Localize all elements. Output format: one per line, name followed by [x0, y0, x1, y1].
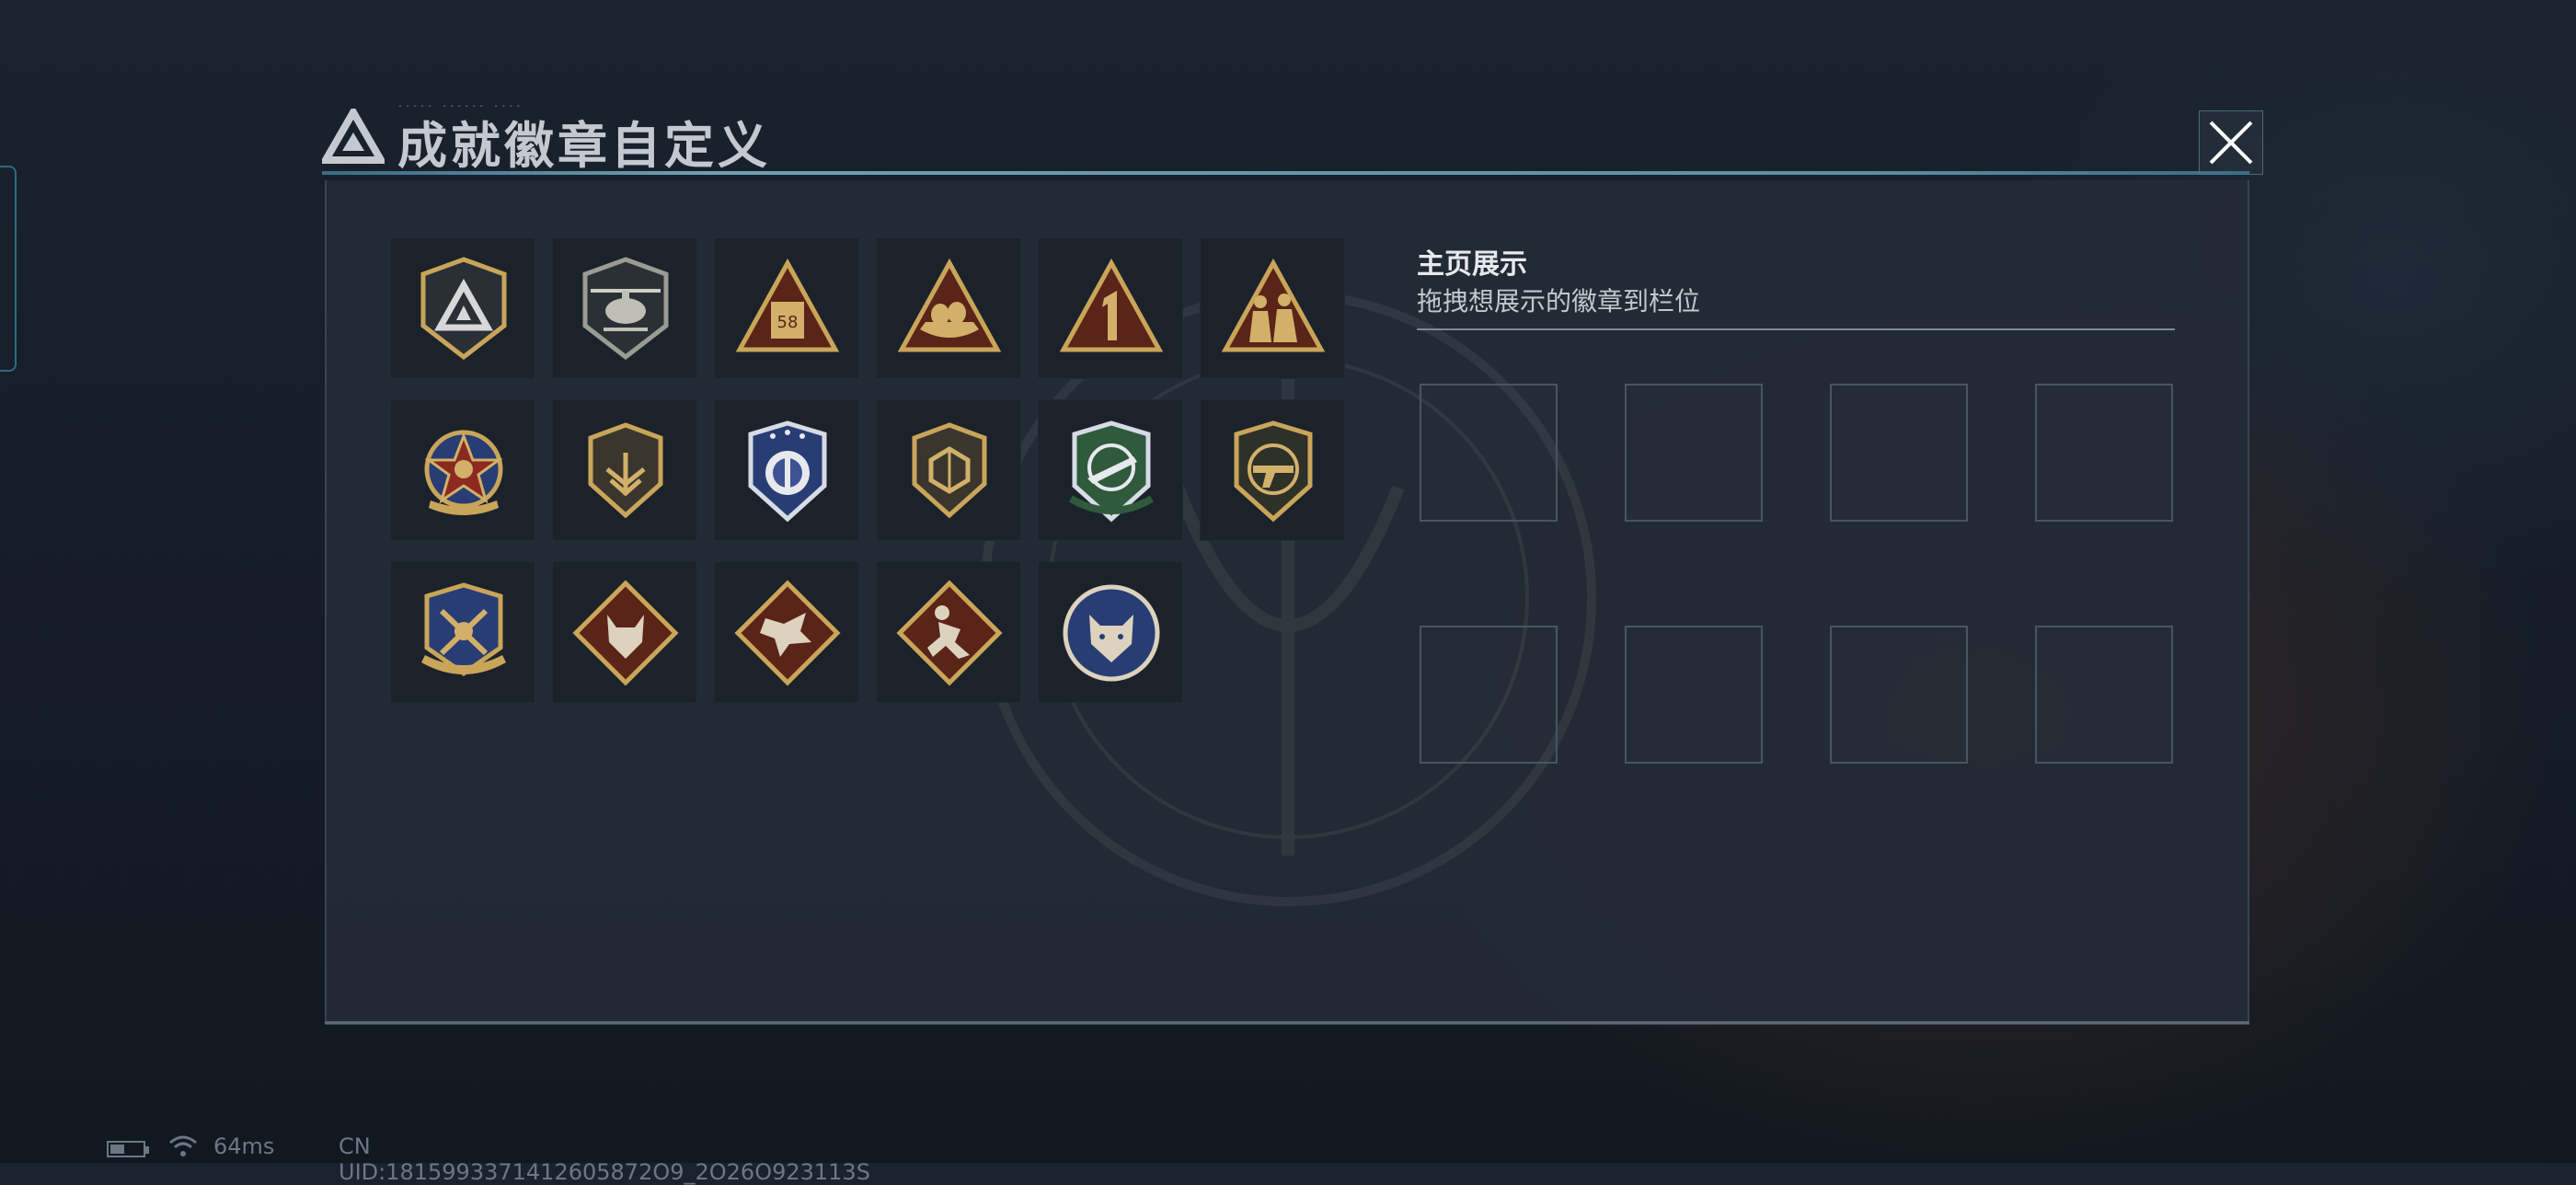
wifi-icon	[169, 1135, 197, 1156]
showcase-drop-slot[interactable]	[1420, 626, 1558, 764]
ping-value: 64ms	[213, 1133, 275, 1159]
badge-slot[interactable]	[876, 561, 1021, 703]
green-shield-rifle-badge-icon	[1068, 420, 1155, 523]
user-uid: CN UID:1815993371412605872O9_2O26O923113…	[339, 1133, 870, 1185]
title-divider	[322, 171, 2249, 175]
badge-slot[interactable]	[1200, 399, 1345, 541]
badge-slot[interactable]: 58	[714, 237, 859, 379]
showcase-drop-slot[interactable]	[1625, 626, 1763, 764]
badge-slot[interactable]	[714, 561, 859, 703]
dialog-title: 成就徽章自定义	[397, 117, 771, 175]
showcase-drop-slot[interactable]	[1625, 384, 1763, 522]
badge-slot[interactable]	[1038, 237, 1183, 379]
badge-slot[interactable]	[552, 237, 697, 379]
triangle-logo-icon	[322, 109, 385, 164]
blue-shield-stars-badge-icon	[748, 420, 827, 523]
panel-bottom-edge	[325, 1021, 2249, 1024]
badge-slot[interactable]	[552, 561, 697, 703]
triangle-soldiers-badge-icon	[1221, 258, 1326, 352]
showcase-instruction: 拖拽想展示的徽章到栏位	[1417, 286, 1701, 316]
showcase-drop-slot[interactable]	[2035, 626, 2173, 764]
close-button[interactable]	[2199, 110, 2263, 175]
badge-slot[interactable]	[1200, 237, 1345, 379]
badge-slot[interactable]	[552, 399, 697, 541]
star-emblem-ribbon-badge-icon	[424, 430, 503, 515]
shield-triangle-logo-badge-icon	[420, 257, 507, 361]
showcase-drop-slot[interactable]	[1830, 384, 1968, 522]
dialog-title-bar: ----- ------ ---- 成就徽章自定义	[322, 99, 2263, 182]
shield-gun-crosshair-badge-icon	[1234, 420, 1313, 523]
svg-text:58: 58	[777, 313, 799, 332]
badge-slot[interactable]	[876, 237, 1021, 379]
triangle-eggs-nest-badge-icon	[897, 258, 1002, 352]
diamond-runner-badge-icon	[896, 580, 1003, 686]
badge-slot[interactable]	[390, 237, 535, 379]
showcase-drop-slot[interactable]	[2035, 384, 2173, 522]
helicopter-shield-badge-icon	[582, 257, 669, 361]
diamond-dragon-badge-icon	[734, 580, 841, 686]
shield-hexagon-badge-icon	[912, 422, 987, 519]
battery-icon	[107, 1141, 149, 1157]
badge-slot[interactable]	[390, 399, 535, 541]
badge-slot[interactable]	[1038, 561, 1183, 703]
showcase-title: 主页展示	[1417, 248, 1527, 281]
close-icon	[2209, 121, 2253, 165]
badge-slot[interactable]	[1038, 399, 1183, 541]
showcase-drop-slot[interactable]	[1420, 384, 1558, 522]
shield-wings-badge-icon	[588, 422, 663, 519]
circle-wildcat-badge-icon	[1063, 584, 1160, 682]
badge-slot[interactable]	[390, 561, 535, 703]
showcase-drop-slot[interactable]	[1830, 626, 1968, 764]
triangle-58-badge-icon: 58	[735, 258, 840, 352]
badge-slot[interactable]	[876, 399, 1021, 541]
diamond-wolf-badge-icon	[572, 580, 679, 686]
showcase-divider	[1417, 328, 2175, 330]
side-tab-edge[interactable]	[0, 166, 17, 372]
badge-slot[interactable]	[714, 399, 859, 541]
blue-shield-sword-ribbon-badge-icon	[421, 582, 506, 677]
triangle-number-one-badge-icon	[1059, 258, 1164, 352]
